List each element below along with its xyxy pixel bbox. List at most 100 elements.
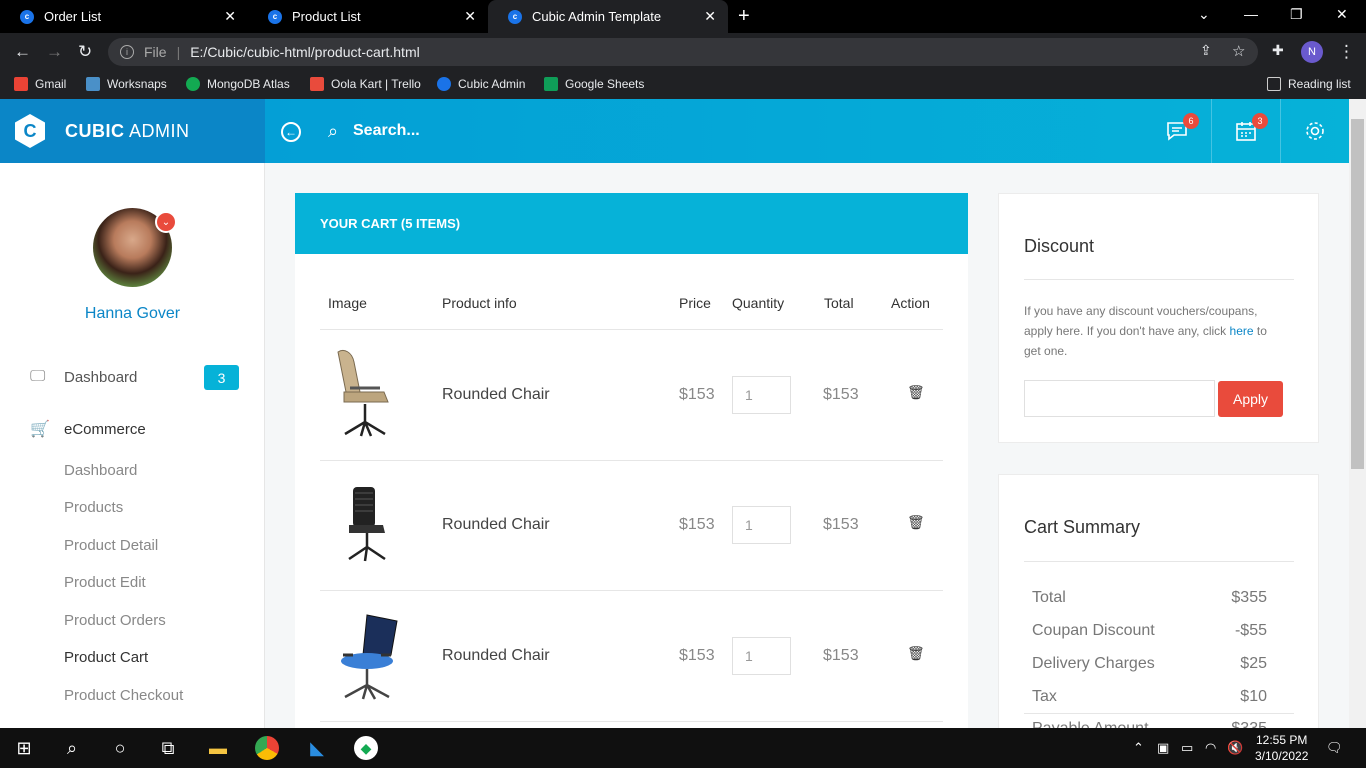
url-scheme: File — [144, 44, 167, 60]
bookmark-trello[interactable]: Oola Kart | Trello — [310, 77, 421, 91]
coupon-input[interactable] — [1024, 380, 1215, 417]
product-name[interactable]: Rounded Chair — [442, 386, 550, 404]
bookmark-gmail[interactable]: Gmail — [14, 77, 66, 91]
col-product-info: Product info — [442, 295, 517, 311]
trash-icon[interactable]: 🗑 — [907, 645, 925, 662]
get-coupon-link[interactable]: here — [1230, 324, 1254, 338]
mongodb-leaf-icon — [186, 77, 200, 91]
back-arrow-icon[interactable]: ← — [14, 42, 31, 62]
minimize-icon[interactable]: — — [1244, 6, 1258, 22]
address-bar-row: ← → ↻ i File | E:/Cubic/cubic-html/produ… — [0, 33, 1366, 71]
file-explorer-icon[interactable]: ▬ — [206, 736, 230, 760]
sidebar-sub-product-checkout[interactable]: Product Checkout — [64, 687, 183, 704]
reload-icon[interactable]: ↻ — [78, 42, 92, 62]
close-tab-icon[interactable]: ✕ — [464, 8, 476, 25]
reading-list[interactable]: Reading list — [1267, 77, 1351, 91]
bookmark-mongodb[interactable]: MongoDB Atlas — [186, 77, 290, 91]
bookmark-worksnaps[interactable]: Worksnaps — [86, 77, 167, 91]
tab-product-list[interactable]: c Product List ✕ — [248, 0, 488, 33]
omnibox[interactable]: i File | E:/Cubic/cubic-html/product-car… — [108, 38, 1258, 66]
search-input[interactable] — [353, 117, 653, 145]
brand-name: CUBIC ADMIN — [65, 121, 190, 142]
collapse-sidebar-icon[interactable]: ← — [281, 122, 301, 142]
task-view-icon[interactable]: ⧉ — [156, 736, 180, 760]
sidebar-sub-dashboard[interactable]: Dashboard — [64, 462, 137, 479]
wifi-icon[interactable]: ◠ — [1205, 740, 1216, 756]
divider — [1024, 279, 1294, 280]
trash-icon[interactable]: 🗑 — [907, 514, 925, 531]
bookmark-google-sheets[interactable]: Google Sheets — [544, 77, 644, 91]
quantity-input[interactable] — [732, 376, 791, 414]
summary-label: Tax — [1032, 688, 1057, 705]
col-action: Action — [891, 295, 930, 311]
quantity-input[interactable] — [732, 506, 791, 544]
windows-start-icon[interactable]: ⊞ — [12, 736, 36, 760]
sidebar: ⌄ Hanna Gover 🖵 Dashboard 3 🛒 eCommerce … — [0, 163, 265, 728]
search-icon[interactable]: ⌕ — [60, 736, 84, 760]
mongodb-compass-icon[interactable]: ◆ — [354, 736, 378, 760]
bookmark-star-icon[interactable]: ☆ — [1232, 42, 1245, 60]
cubic-favicon-icon — [437, 77, 451, 91]
product-name[interactable]: Rounded Chair — [442, 647, 550, 665]
summary-title: Cart Summary — [1024, 517, 1141, 537]
app-logo-area[interactable]: C CUBIC ADMIN — [0, 99, 265, 163]
volume-muted-icon[interactable]: 🔇 — [1227, 740, 1243, 756]
new-tab-icon[interactable]: + — [738, 5, 750, 28]
forward-arrow-icon[interactable]: → — [46, 42, 63, 62]
sidebar-item-dashboard[interactable]: 🖵 Dashboard — [30, 368, 137, 386]
chrome-icon[interactable] — [255, 736, 279, 760]
divider — [1024, 713, 1294, 714]
divider — [320, 329, 943, 330]
calendar-badge: 3 — [1252, 113, 1268, 129]
sidebar-sub-products[interactable]: Products — [64, 499, 123, 516]
battery-icon[interactable]: ▭ — [1181, 740, 1193, 756]
user-name[interactable]: Hanna Gover — [0, 305, 265, 323]
summary-label: Coupan Discount — [1032, 622, 1155, 639]
product-price: $153 — [679, 386, 715, 403]
sidebar-sub-product-orders[interactable]: Product Orders — [64, 612, 166, 629]
settings-button[interactable] — [1280, 99, 1348, 163]
summary-value: $355 — [1231, 589, 1267, 606]
worksnaps-tray-icon[interactable]: ▣ — [1157, 740, 1169, 756]
share-icon[interactable]: ⇪ — [1200, 42, 1212, 59]
gear-icon — [1305, 122, 1324, 140]
bookmark-cubic-admin[interactable]: Cubic Admin — [437, 77, 525, 91]
quantity-input[interactable] — [732, 637, 791, 675]
calendar-button[interactable]: 3 — [1211, 99, 1279, 163]
page-scrollbar[interactable] — [1349, 99, 1366, 728]
discount-text: If you have any discount vouchers/coupan… — [1024, 301, 1284, 361]
apply-button[interactable]: Apply — [1218, 381, 1283, 417]
close-tab-icon[interactable]: ✕ — [704, 8, 716, 25]
menu-icon[interactable]: ⋮ — [1338, 42, 1355, 62]
trash-icon[interactable]: 🗑 — [907, 384, 925, 401]
sidebar-sub-product-cart[interactable]: Product Cart — [64, 649, 148, 666]
restore-icon[interactable]: ❐ — [1290, 6, 1303, 23]
tab-order-list[interactable]: c Order List ✕ — [0, 0, 248, 33]
tab-cubic-admin[interactable]: c Cubic Admin Template ✕ — [488, 0, 728, 33]
notifications-icon[interactable]: 🗨 — [1326, 740, 1343, 756]
system-clock[interactable]: 12:55 PM 3/10/2022 — [1255, 732, 1308, 764]
sidebar-sub-product-detail[interactable]: Product Detail — [64, 537, 158, 554]
scrollbar-thumb[interactable] — [1351, 119, 1364, 469]
chevron-down-icon[interactable]: ⌄ — [155, 211, 177, 233]
close-tab-icon[interactable]: ✕ — [224, 8, 236, 25]
vscode-icon[interactable]: ◣ — [305, 736, 329, 760]
discount-text-before: If you have any discount vouchers/coupan… — [1024, 304, 1258, 338]
messages-button[interactable]: 6 — [1143, 99, 1211, 163]
close-window-icon[interactable]: ✕ — [1336, 6, 1348, 23]
product-name[interactable]: Rounded Chair — [442, 516, 550, 534]
cortana-icon[interactable]: ○ — [108, 736, 132, 760]
brand-light: ADMIN — [129, 120, 190, 141]
sidebar-sub-product-edit[interactable]: Product Edit — [64, 574, 146, 591]
sidebar-item-label: eCommerce — [64, 420, 146, 438]
chevron-up-icon[interactable]: ⌃ — [1133, 740, 1144, 756]
info-icon[interactable]: i — [120, 45, 134, 59]
cubic-favicon-icon: c — [508, 9, 522, 24]
sidebar-item-ecommerce[interactable]: 🛒 eCommerce — [30, 419, 146, 439]
extensions-icon[interactable]: ✚ — [1272, 42, 1284, 59]
tab-search-icon[interactable]: ⌄ — [1198, 6, 1210, 23]
chair-image-blue — [341, 614, 398, 700]
col-price: Price — [679, 295, 711, 311]
profile-avatar[interactable]: N — [1301, 41, 1323, 63]
tab-title: Cubic Admin Template — [532, 9, 662, 24]
